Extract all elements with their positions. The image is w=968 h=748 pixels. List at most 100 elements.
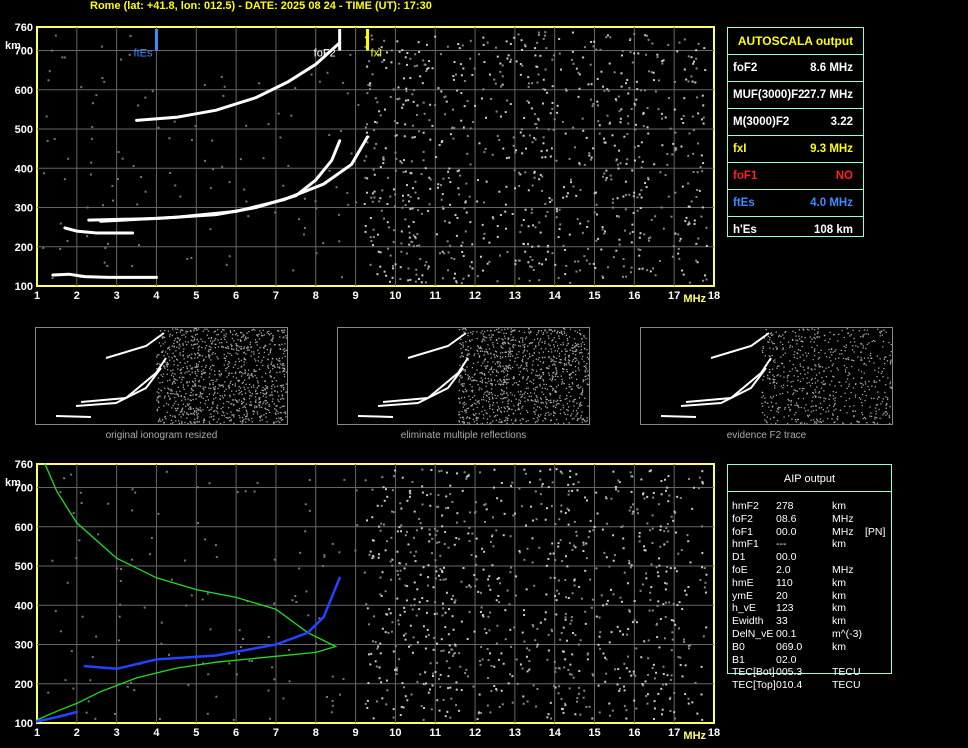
noise-point xyxy=(80,86,83,89)
noise-point xyxy=(393,205,396,208)
noise-point xyxy=(295,600,298,603)
noise-point xyxy=(519,173,522,176)
noise-point xyxy=(508,156,511,159)
noise-point xyxy=(302,233,305,236)
noise-point xyxy=(583,689,586,692)
noise-point xyxy=(666,540,669,543)
noise-point xyxy=(392,267,395,270)
noise-point xyxy=(394,469,397,472)
noise-point xyxy=(462,126,465,129)
noise-point xyxy=(643,549,646,552)
noise-point xyxy=(382,217,385,220)
noise-point xyxy=(369,216,372,219)
x-tick-label: 5 xyxy=(193,727,199,739)
noise-point xyxy=(557,545,560,548)
noise-point xyxy=(695,57,698,60)
noise-point xyxy=(552,54,555,57)
noise-point xyxy=(628,559,631,562)
thumbnail-image xyxy=(660,328,892,424)
noise-point xyxy=(534,490,537,493)
noise-point xyxy=(618,677,621,680)
noise-point xyxy=(617,668,620,671)
noise-point xyxy=(646,34,649,37)
autoscala-row: ftEs 4.0 MHz xyxy=(728,190,863,217)
noise-point xyxy=(534,122,537,125)
noise-point xyxy=(661,144,664,147)
noise-point xyxy=(587,652,590,655)
noise-point xyxy=(413,604,416,607)
noise-point xyxy=(398,577,401,580)
noise-point xyxy=(622,633,625,636)
noise-point xyxy=(131,488,134,491)
noise-point xyxy=(579,188,582,191)
noise-point xyxy=(701,170,704,173)
noise-point xyxy=(406,585,409,588)
noise-point xyxy=(664,478,667,481)
noise-point xyxy=(478,53,481,56)
noise-point xyxy=(687,205,690,208)
noise-point xyxy=(442,649,445,652)
noise-point xyxy=(664,489,667,492)
noise-point xyxy=(523,468,526,471)
noise-point xyxy=(400,530,403,533)
noise-point xyxy=(449,484,452,487)
noise-point xyxy=(438,678,441,681)
noise-point xyxy=(402,706,405,709)
noise-point xyxy=(501,64,504,67)
noise-point xyxy=(447,546,450,549)
noise-point xyxy=(386,221,389,224)
noise-point xyxy=(439,53,442,56)
noise-point xyxy=(434,104,437,107)
noise-point xyxy=(417,209,420,212)
noise-point xyxy=(573,146,576,149)
noise-point xyxy=(402,170,405,173)
noise-point xyxy=(373,196,376,199)
noise-point xyxy=(429,504,432,507)
noise-point xyxy=(695,242,698,245)
noise-point xyxy=(449,133,452,136)
noise-point xyxy=(404,204,407,207)
noise-point xyxy=(581,231,584,234)
noise-point xyxy=(112,199,115,202)
noise-point xyxy=(630,108,633,111)
noise-point xyxy=(687,540,690,543)
noise-point xyxy=(536,643,539,646)
noise-point xyxy=(623,705,626,708)
aip-cell: km xyxy=(832,589,846,602)
noise-point xyxy=(574,633,577,636)
noise-point xyxy=(638,535,641,538)
noise-point xyxy=(547,713,550,716)
noise-point xyxy=(656,636,659,639)
noise-point xyxy=(394,263,397,266)
noise-point xyxy=(478,142,481,145)
noise-point xyxy=(463,207,466,210)
noise-point xyxy=(619,117,622,120)
noise-point xyxy=(364,230,367,233)
noise-point xyxy=(683,638,686,641)
noise-point xyxy=(572,632,575,635)
noise-point xyxy=(677,233,680,236)
noise-point xyxy=(660,493,663,496)
noise-point xyxy=(485,632,488,635)
autoscala-key: MUF(3000)F2 xyxy=(733,89,805,101)
noise-point xyxy=(331,699,334,702)
y-tick-label: 200 xyxy=(15,242,33,254)
noise-point xyxy=(633,52,636,55)
noise-point xyxy=(619,596,622,599)
noise-point xyxy=(441,614,444,617)
noise-point xyxy=(404,170,407,173)
noise-point xyxy=(366,141,369,144)
noise-point xyxy=(515,60,518,63)
noise-point xyxy=(394,134,397,137)
noise-point xyxy=(394,151,397,154)
noise-point xyxy=(456,217,459,220)
noise-point xyxy=(544,611,547,614)
noise-point xyxy=(435,565,438,568)
noise-point xyxy=(385,66,388,69)
noise-point xyxy=(555,216,558,219)
noise-point xyxy=(674,131,677,134)
noise-point xyxy=(472,121,475,124)
noise-point xyxy=(405,563,408,566)
noise-point xyxy=(620,600,623,603)
x-tick-label: 17 xyxy=(668,727,680,739)
